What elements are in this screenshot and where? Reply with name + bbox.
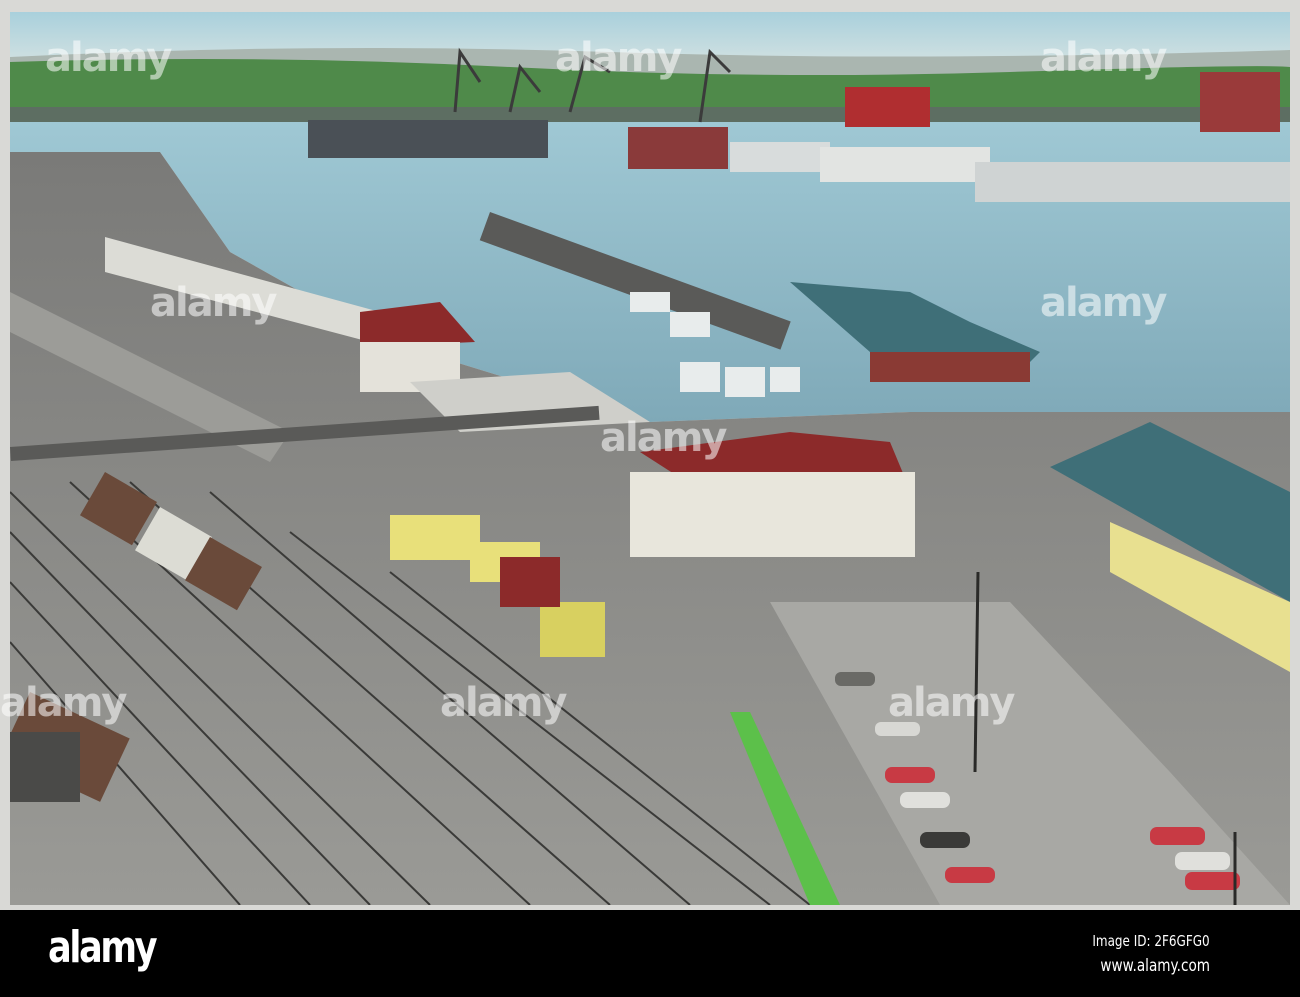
- watermark: alamy: [888, 680, 1015, 726]
- small-red-hut: [500, 557, 560, 607]
- ship-red: [628, 127, 728, 169]
- ship: [975, 162, 1290, 202]
- watermark: alamy: [0, 680, 127, 726]
- watermark: alamy: [555, 35, 682, 81]
- watermark: alamy: [45, 35, 172, 81]
- customs-house: [630, 472, 915, 557]
- footer-bar: alamy Image ID: 2F6GFG0 www.alamy.com: [0, 910, 1300, 997]
- red-warehouse: [845, 87, 930, 127]
- alamy-logo: alamy: [48, 922, 158, 973]
- yellow-cargo: [540, 602, 605, 657]
- watermark: alamy: [1040, 280, 1167, 326]
- watermark: alamy: [1040, 35, 1167, 81]
- ship: [308, 120, 548, 158]
- watermark: alamy: [440, 680, 567, 726]
- red-building: [870, 352, 1030, 382]
- yellow-cargo: [390, 515, 480, 560]
- ship: [730, 142, 830, 172]
- photo-frame: alamy alamy alamy alamy alamy alamy alam…: [0, 0, 1300, 910]
- website-link[interactable]: www.alamy.com: [1100, 956, 1210, 976]
- ship: [820, 147, 990, 182]
- image-id: Image ID: 2F6GFG0: [1092, 932, 1210, 950]
- silo: [1200, 72, 1280, 132]
- watermark: alamy: [150, 280, 277, 326]
- watermark: alamy: [600, 415, 727, 461]
